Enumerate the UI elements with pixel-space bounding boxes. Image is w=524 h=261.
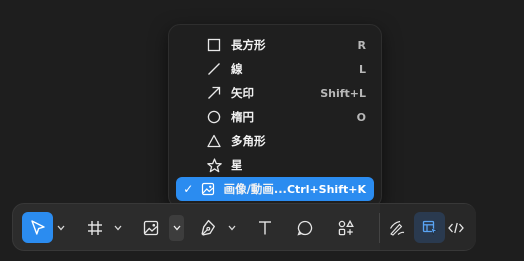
dev-mode-button[interactable] xyxy=(440,212,471,243)
line-icon xyxy=(206,61,222,77)
pen-icon xyxy=(201,219,215,236)
move-tool-button[interactable] xyxy=(22,212,53,243)
toolbar-divider xyxy=(379,213,380,243)
menu-item-label: 楕円 xyxy=(231,110,254,124)
code-icon xyxy=(447,222,464,233)
menu-item-line[interactable]: 線 L xyxy=(176,57,374,81)
move-tool-dropdown[interactable] xyxy=(55,220,67,236)
actions-icon xyxy=(338,219,354,235)
image-tool-button[interactable] xyxy=(135,212,166,243)
menu-item-label: 線 xyxy=(231,62,243,76)
text-tool-button[interactable] xyxy=(249,212,280,243)
menu-item-label: 矢印 xyxy=(231,86,254,100)
image-tool-dropdown[interactable] xyxy=(169,215,184,241)
menu-item-label: 星 xyxy=(231,158,243,172)
chevron-down-icon xyxy=(114,225,122,231)
shape-tools-dropdown-menu: 長方形 R 線 L 矢印 Shift+L 楕円 O 多角形 星 ✓ 画像/動画.… xyxy=(168,24,382,208)
menu-item-image-video[interactable]: ✓ 画像/動画... Ctrl+Shift+K xyxy=(176,177,374,201)
menu-item-label: 多角形 xyxy=(231,134,266,148)
frame-tool-button[interactable] xyxy=(79,212,110,243)
chevron-down-icon xyxy=(173,225,180,231)
comment-icon xyxy=(296,220,312,236)
rectangle-icon xyxy=(206,37,222,53)
pen-tool-dropdown[interactable] xyxy=(226,220,238,236)
menu-item-shortcut: Shift+L xyxy=(320,86,366,100)
bottom-toolbar xyxy=(12,203,476,251)
menu-item-label: 画像/動画... xyxy=(223,182,287,196)
menu-item-shortcut: L xyxy=(358,62,366,76)
cursor-icon xyxy=(30,219,45,235)
menu-item-shortcut: Ctrl+Shift+K xyxy=(286,182,366,196)
star-icon xyxy=(206,157,222,173)
arrow-icon xyxy=(206,85,222,101)
menu-item-shortcut: R xyxy=(357,38,366,52)
menu-item-label: 長方形 xyxy=(231,38,266,52)
image-icon xyxy=(201,181,215,197)
frame-icon xyxy=(87,220,102,235)
checkmark-icon: ✓ xyxy=(183,182,194,196)
image-icon xyxy=(143,220,158,235)
actions-tool-button[interactable] xyxy=(330,212,361,243)
chevron-down-icon xyxy=(228,225,236,231)
menu-item-polygon[interactable]: 多角形 xyxy=(176,129,374,153)
design-mode-icon xyxy=(422,220,438,235)
text-icon xyxy=(258,220,271,234)
pen-tool-button[interactable] xyxy=(193,212,224,243)
polygon-icon xyxy=(206,133,222,149)
menu-item-rectangle[interactable]: 長方形 R xyxy=(176,33,374,57)
ellipse-icon xyxy=(206,109,222,125)
menu-item-star[interactable]: 星 xyxy=(176,153,374,177)
comment-tool-button[interactable] xyxy=(289,212,320,243)
draw-mode-button[interactable] xyxy=(381,212,412,243)
menu-item-arrow[interactable]: 矢印 Shift+L xyxy=(176,81,374,105)
chevron-down-icon xyxy=(57,225,65,231)
menu-item-ellipse[interactable]: 楕円 O xyxy=(176,105,374,129)
draw-icon xyxy=(389,220,404,236)
menu-item-shortcut: O xyxy=(356,110,366,124)
frame-tool-dropdown[interactable] xyxy=(112,220,124,236)
